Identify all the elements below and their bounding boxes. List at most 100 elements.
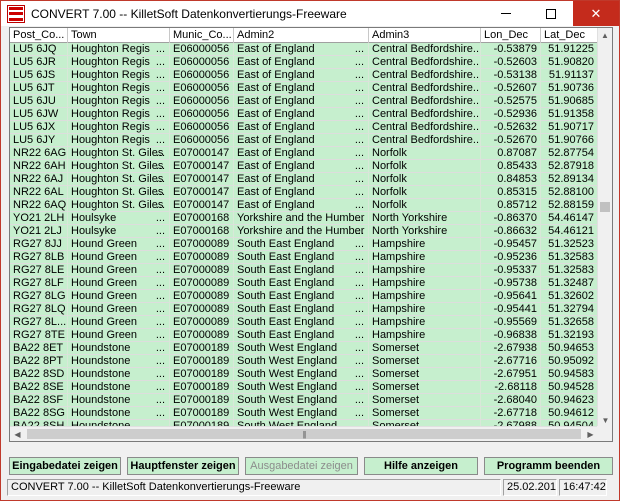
table-cell[interactable]: ... Houndstone [68,381,170,394]
table-row[interactable]: LU5 6JX... Houghton Regis E06000056... East… [10,121,598,134]
table-cell[interactable]: -0.53879 [481,43,541,56]
table-cell[interactable]: ... South East England [234,329,369,342]
table-cell[interactable]: 54.46147 [541,212,598,225]
table-cell[interactable]: E07000189 [170,355,234,368]
table-cell[interactable]: Central Bedfordshire... [369,56,481,69]
table-cell[interactable]: LU5 6JY [10,134,68,147]
table-cell[interactable]: E06000056 [170,69,234,82]
table-cell[interactable]: ... Yorkshire and the Humber [234,225,369,238]
table-cell[interactable]: ... South West England [234,394,369,407]
table-cell[interactable]: -0.52632 [481,121,541,134]
table-cell[interactable]: E06000056 [170,56,234,69]
table-cell[interactable]: LU5 6JR [10,56,68,69]
table-cell[interactable]: 51.32523 [541,238,598,251]
vertical-scrollbar[interactable]: ▲ ▼ [597,28,612,428]
table-cell[interactable]: ... Houghton St. Giles [68,173,170,186]
table-cell[interactable]: 51.91358 [541,108,598,121]
table-cell[interactable]: 52.87918 [541,160,598,173]
table-cell[interactable]: ... Houghton Regis [68,82,170,95]
table-cell[interactable]: ... South East England [234,277,369,290]
table-row[interactable]: LU5 6JS... Houghton Regis E06000056... East… [10,69,598,82]
table-row[interactable]: RG27 8LF... Hound Green E07000089... South … [10,277,598,290]
table-cell[interactable]: 50.94612 [541,407,598,420]
table-cell[interactable]: Hampshire [369,238,481,251]
table-cell[interactable]: E06000056 [170,134,234,147]
table-cell[interactable]: 51.90820 [541,56,598,69]
minimize-button[interactable] [483,1,528,26]
table-cell[interactable]: RG27 8JJ [10,238,68,251]
table-cell[interactable]: ... Houlsyke [68,225,170,238]
table-cell[interactable]: 51.32602 [541,290,598,303]
table-cell[interactable]: -0.52603 [481,56,541,69]
table-cell[interactable]: 51.32794 [541,303,598,316]
table-cell[interactable]: E07000189 [170,342,234,355]
table-cell[interactable]: E07000147 [170,199,234,212]
table-cell[interactable]: E07000147 [170,160,234,173]
table-cell[interactable]: -0.95236 [481,251,541,264]
table-cell[interactable]: North Yorkshire [369,212,481,225]
table-cell[interactable]: ... Houlsyke [68,212,170,225]
table-cell[interactable]: YO21 2LJ [10,225,68,238]
table-cell[interactable]: -0.52936 [481,108,541,121]
table-cell[interactable]: NR22 6AQ [10,199,68,212]
table-row[interactable]: RG27 8LG... Hound Green E07000089... South … [10,290,598,303]
table-cell[interactable]: ... Houghton Regis [68,121,170,134]
table-cell[interactable]: ... Hound Green [68,251,170,264]
table-cell[interactable]: -0.95569 [481,316,541,329]
table-cell[interactable]: E07000089 [170,290,234,303]
table-cell[interactable]: YO21 2LH [10,212,68,225]
table-cell[interactable]: ... Hound Green [68,264,170,277]
table-cell[interactable]: RG27 8LE [10,264,68,277]
table-cell[interactable]: -0.95641 [481,290,541,303]
table-row[interactable]: BA22 8SG... Houndstone E07000189... South W… [10,407,598,420]
table-cell[interactable]: E06000056 [170,108,234,121]
table-cell[interactable]: ... Houghton St. Giles [68,186,170,199]
table-cell[interactable]: E07000089 [170,251,234,264]
table-cell[interactable]: ... Houghton Regis [68,43,170,56]
table-cell[interactable]: NR22 6AH [10,160,68,173]
table-cell[interactable]: E06000056 [170,121,234,134]
column-header-lon-dec[interactable]: Lon_Dec [481,28,541,43]
table-cell[interactable]: 52.87754 [541,147,598,160]
scroll-up-icon[interactable]: ▲ [598,28,612,43]
table-cell[interactable]: Somerset [369,407,481,420]
table-cell[interactable]: RG27 8LQ [10,303,68,316]
table-row[interactable]: BA22 8SF... Houndstone E07000189... South W… [10,394,598,407]
table-cell[interactable]: ... East of England [234,134,369,147]
table-cell[interactable]: Norfolk [369,147,481,160]
table-row[interactable]: RG27 8LB... Hound Green E07000089... South … [10,251,598,264]
table-cell[interactable]: 50.95092 [541,355,598,368]
table-cell[interactable]: ... South East England [234,251,369,264]
close-button[interactable]: ✕ [573,1,619,26]
table-cell[interactable]: E07000089 [170,264,234,277]
table-cell[interactable]: ... South East England [234,303,369,316]
table-cell[interactable]: Hampshire [369,316,481,329]
table-row[interactable]: RG27 8LE... Hound Green E07000089... South … [10,264,598,277]
table-cell[interactable]: RG27 8LB [10,251,68,264]
table-cell[interactable]: 52.88100 [541,186,598,199]
table-cell[interactable]: Hampshire [369,277,481,290]
table-row[interactable]: LU5 6JY... Houghton Regis E06000056... East… [10,134,598,147]
table-cell[interactable]: E07000089 [170,277,234,290]
show-help-button[interactable]: Hilfe anzeigen [364,457,478,475]
table-cell[interactable]: E07000189 [170,368,234,381]
table-cell[interactable]: BA22 8ET [10,342,68,355]
table-cell[interactable]: NR22 6AL [10,186,68,199]
table-cell[interactable]: 51.32583 [541,264,598,277]
table-cell[interactable]: ... Houghton Regis [68,56,170,69]
data-grid[interactable]: Post_Co... Town Munic_Co... Admin2 Admin… [9,27,613,442]
show-main-window-button[interactable]: Hauptfenster zeigen [127,457,239,475]
table-cell[interactable]: 51.32658 [541,316,598,329]
table-cell[interactable]: -2.67718 [481,407,541,420]
table-cell[interactable]: BA22 8SF [10,394,68,407]
table-cell[interactable]: E07000168 [170,212,234,225]
table-cell[interactable]: ... Hound Green [68,290,170,303]
table-cell[interactable]: -0.86370 [481,212,541,225]
table-cell[interactable]: E07000189 [170,381,234,394]
table-row[interactable]: RG27 8L...... Hound Green E07000089... Sout… [10,316,598,329]
table-row[interactable]: LU5 6JQ... Houghton Regis E06000056... East… [10,43,598,56]
table-cell[interactable]: ... East of England [234,147,369,160]
table-cell[interactable]: E07000147 [170,186,234,199]
table-cell[interactable]: -2.68040 [481,394,541,407]
table-cell[interactable]: ... East of England [234,108,369,121]
